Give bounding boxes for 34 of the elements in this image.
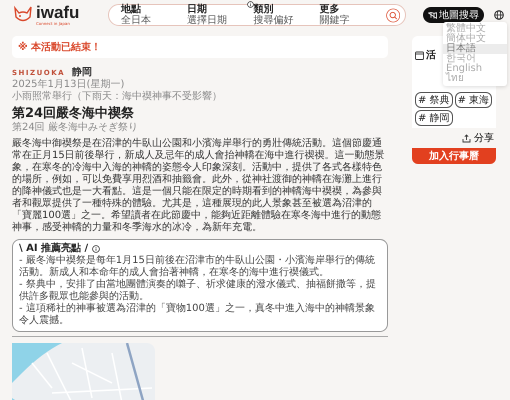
search-field-label: 日期 bbox=[187, 4, 208, 14]
event-description: 嚴冬海中御禊祭是在沼津的牛臥山公園和小濱海岸舉行的勇壯傳統活動。這個節慶通常在正月15日前後舉行，新成人及忌年的成人會抬神轎在海中進行禊禊。這一動態景象，在寒冬的冷海中入海的神轎的姿態令人印象深刻。活動中，提供了各式各樣特色的場所，例如，可以免費享用烈酒和抽籤會。此外，從神社渡御的神轎在海灘上進行的降神儀式也是一大看點。這是一個只能在限定的時期看到的神轎海中禊禊，為參與者和觀眾提供了一種特殊的體驗。尤其是，這種展現的此人景象甚至被選為沼津的「寶麗100選」之一。希望讀者在此節慶中，能夠近距離體驗在寒冬海中進行的動態神事，感受神轎的力量和冬季海水的冰冷，為新年充電。 bbox=[12, 138, 386, 234]
event-ended-notice: ※ 本活動已結束！ bbox=[12, 36, 388, 58]
globe-icon[interactable] bbox=[494, 10, 504, 20]
calendar-label: 活 bbox=[426, 48, 436, 62]
search-field-label: 更多 bbox=[319, 4, 340, 14]
event-subtitle: 第24回 厳冬海中みそぎ祭り bbox=[12, 122, 139, 134]
language-option[interactable]: 日本語 bbox=[443, 44, 507, 54]
tag-chip[interactable]: # 祭典 bbox=[415, 92, 453, 108]
highlight-point: - 這項稀社的神事被選為沼津的「寶物100選」之一，真冬中進入海中的神轎景象令人震撼。 bbox=[19, 303, 376, 327]
search-field-label: 地點 bbox=[121, 4, 141, 14]
tag-chip[interactable]: # 静岡 bbox=[415, 110, 453, 126]
event-date: 2025年1月13日(星期一) bbox=[12, 79, 126, 90]
weather-note: 小雨照常舉行（下雨天：海中禊神事不受影響） bbox=[12, 91, 223, 103]
map-search-button[interactable]: 地圖搜尋 bbox=[423, 7, 484, 23]
share-button[interactable]: 分享 bbox=[462, 131, 494, 145]
highlight-point: - 嚴冬海中禊祭是每年1月15日前後在沼津市的牛臥山公園・小濱海岸舉行的傳統活動。新成人和本命年的成人會抬著神轎，在寒冬的海中進行禊儀式。 bbox=[19, 255, 376, 278]
share-icon bbox=[462, 134, 471, 142]
tag-chip[interactable]: # 東海 bbox=[454, 92, 492, 108]
region-name: 静岡 bbox=[72, 66, 92, 79]
info-icon[interactable] bbox=[247, 1, 254, 8]
add-to-calendar-button[interactable]: 加入行事曆 bbox=[412, 148, 496, 164]
search-field[interactable]: 關鍵字 bbox=[319, 14, 386, 26]
search-field[interactable]: 全日本 bbox=[121, 14, 188, 26]
info-icon[interactable] bbox=[92, 245, 100, 253]
search-icon[interactable] bbox=[386, 8, 400, 22]
event-title: 第24回嚴冬海中禊祭 bbox=[12, 106, 136, 122]
brand-name[interactable]: iwafu bbox=[36, 4, 80, 20]
search-field-label: 類別 bbox=[253, 4, 274, 14]
highlight-point: - 祭典中，安排了由當地團體演奏的囃子、祈求健康的潑水儀式、抽福餅撒等，提供許多觀眾也能參與的活動。 bbox=[19, 279, 377, 302]
search-field[interactable]: 搜尋偏好 bbox=[253, 14, 320, 26]
search-field[interactable]: 選擇日期 bbox=[187, 14, 254, 26]
ai-highlights-heading: \ AI 推薦亮點 / bbox=[19, 243, 88, 254]
calendar-icon bbox=[415, 50, 424, 60]
